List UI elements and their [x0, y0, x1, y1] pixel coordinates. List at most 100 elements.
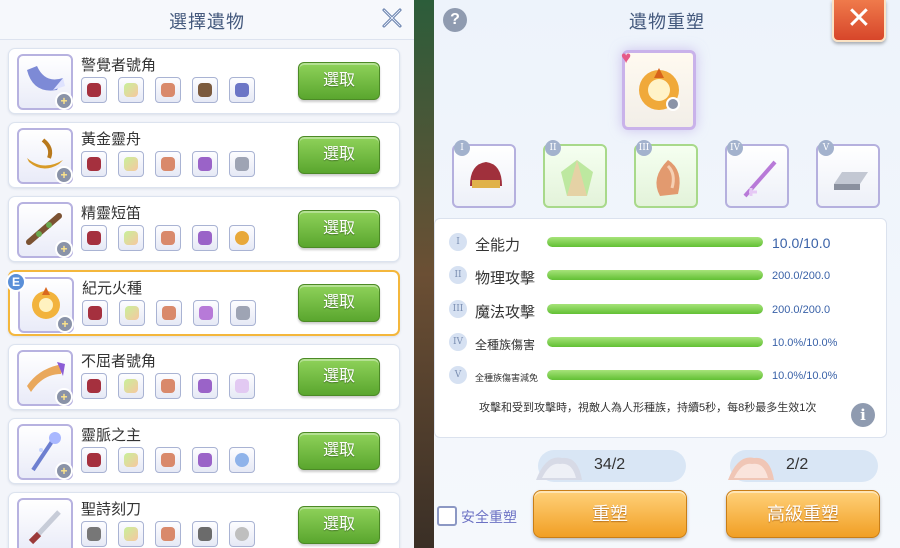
potion-icon — [192, 151, 218, 177]
stone-icon — [155, 447, 181, 473]
stat-tier-icon: V — [449, 366, 467, 384]
stat-row: IV 全種族傷害 10.0%/10.0% — [435, 331, 888, 355]
relic-reforge-panel: ? 遺物重塑 ✕ ♥ I II III IV V I 全能力 10.0/10.0… — [434, 0, 900, 548]
close-button[interactable]: ✕ — [832, 0, 886, 42]
tier-slot-3[interactable]: III — [634, 140, 698, 208]
relic-card[interactable]: + 精靈短笛 選取 — [8, 196, 400, 262]
crystal-icon — [229, 77, 255, 103]
potion-icon — [192, 447, 218, 473]
stat-progress-bar — [547, 237, 763, 247]
tier-number: I — [454, 140, 470, 156]
relic-card-selected[interactable]: + 紀元火種 選取 — [8, 270, 400, 336]
horn-icon: + — [17, 350, 73, 406]
close-x-icon[interactable] — [380, 6, 404, 30]
select-button[interactable]: 選取 — [298, 62, 380, 100]
stat-progress-fill — [547, 304, 763, 314]
select-button[interactable]: 選取 — [298, 432, 380, 470]
stat-value: 10.0%/10.0% — [772, 337, 838, 349]
orb-icon — [229, 521, 255, 547]
gem-icon — [561, 160, 593, 196]
relic-name: 靈脈之主 — [81, 427, 142, 444]
stat-tier-icon: III — [449, 300, 467, 318]
relic-name: 紀元火種 — [82, 280, 143, 297]
select-button[interactable]: 選取 — [298, 210, 380, 248]
info-icon[interactable]: i — [851, 403, 875, 427]
select-button[interactable]: 選取 — [298, 506, 380, 544]
upgrade-badge: + — [55, 388, 73, 406]
helmet-icon — [470, 162, 502, 188]
pink-powder-material-icon — [728, 457, 774, 480]
gem-icon — [118, 77, 144, 103]
ingot-icon — [230, 300, 256, 326]
stat-row: II 物理攻擊 200.0/200.0 — [435, 264, 888, 288]
safe-reforge-label: 安全重塑 — [461, 509, 517, 525]
select-button[interactable]: 選取 — [298, 284, 380, 322]
upgrade-badge: + — [55, 166, 73, 184]
favorite-heart-icon[interactable]: ♥ — [621, 48, 631, 68]
advanced-reforge-button[interactable]: 高級重塑 — [726, 490, 880, 538]
tier-number: III — [636, 140, 652, 156]
staff-icon: + — [17, 424, 73, 480]
select-button[interactable]: 選取 — [298, 358, 380, 396]
tier-number: V — [818, 140, 834, 156]
material-count: 2/2 — [786, 456, 809, 473]
stat-progress-fill — [547, 270, 763, 280]
upgrade-badge: + — [55, 92, 73, 110]
gem-icon — [118, 373, 144, 399]
fire-seed-icon: + — [18, 277, 74, 333]
relic-name: 警覺者號角 — [81, 57, 157, 74]
stone-icon — [656, 160, 680, 196]
tier-slot-5[interactable]: V — [816, 140, 880, 208]
helmet-icon — [81, 447, 107, 473]
tier-slot-2[interactable]: II — [543, 140, 607, 208]
fire-seed-icon — [622, 50, 696, 130]
helmet-icon — [82, 300, 108, 326]
stat-progress-bar — [547, 337, 763, 347]
sword-icon — [193, 300, 219, 326]
reforge-button[interactable]: 重塑 — [533, 490, 687, 538]
stone-icon — [155, 373, 181, 399]
helmet-icon — [81, 151, 107, 177]
stat-value: 10.0%/10.0% — [772, 370, 838, 382]
tier-slot-1[interactable]: I — [452, 140, 516, 208]
relic-name: 不屈者號角 — [81, 353, 157, 370]
safe-reforge-checkbox[interactable] — [437, 506, 457, 526]
stone-icon — [156, 300, 182, 326]
stone-icon — [155, 151, 181, 177]
potion-icon — [192, 373, 218, 399]
upgrade-badge: + — [56, 315, 74, 333]
relic-card[interactable]: + 不屈者號角 選取 — [8, 344, 400, 410]
gun-icon — [192, 521, 218, 547]
stat-progress-bar — [547, 370, 763, 380]
select-button[interactable]: 選取 — [298, 136, 380, 174]
stat-tier-icon: I — [449, 233, 467, 251]
relic-card[interactable]: + 靈脈之主 選取 — [8, 418, 400, 484]
relic-card[interactable]: + 黃金靈舟 選取 — [8, 122, 400, 188]
relic-card[interactable]: 聖詩刻刀 選取 — [8, 492, 400, 548]
stat-name: 物理攻擊 — [475, 270, 536, 287]
gem-icon — [118, 225, 144, 251]
orb-icon — [229, 225, 255, 251]
wings-icon — [229, 373, 255, 399]
tier-slot-4[interactable]: IV — [725, 140, 789, 208]
gem-icon — [118, 447, 144, 473]
stat-tier-icon: II — [449, 266, 467, 284]
stat-progress-fill — [547, 370, 763, 380]
background-scene — [414, 0, 434, 548]
stat-value: 10.0/10.0 — [772, 235, 831, 251]
stat-progress-fill — [547, 237, 763, 247]
knife-icon — [17, 498, 73, 548]
material-cost: 34/2 — [536, 450, 686, 482]
ingot-icon — [834, 172, 868, 190]
relic-card[interactable]: + 警覺者號角 選取 — [8, 48, 400, 114]
stat-progress-fill — [547, 337, 763, 347]
stat-row: V 全種族傷害減免 10.0%/10.0% — [435, 364, 888, 388]
upgrade-badge: + — [55, 240, 73, 258]
stat-tier-icon: IV — [449, 333, 467, 351]
stone-icon — [155, 77, 181, 103]
helmet-icon — [81, 373, 107, 399]
stats-panel: I 全能力 10.0/10.0 II 物理攻擊 200.0/200.0 III … — [434, 218, 887, 438]
stat-value: 200.0/200.0 — [772, 270, 831, 282]
flute-icon: + — [17, 202, 73, 258]
relic-name: 黃金靈舟 — [81, 131, 142, 148]
